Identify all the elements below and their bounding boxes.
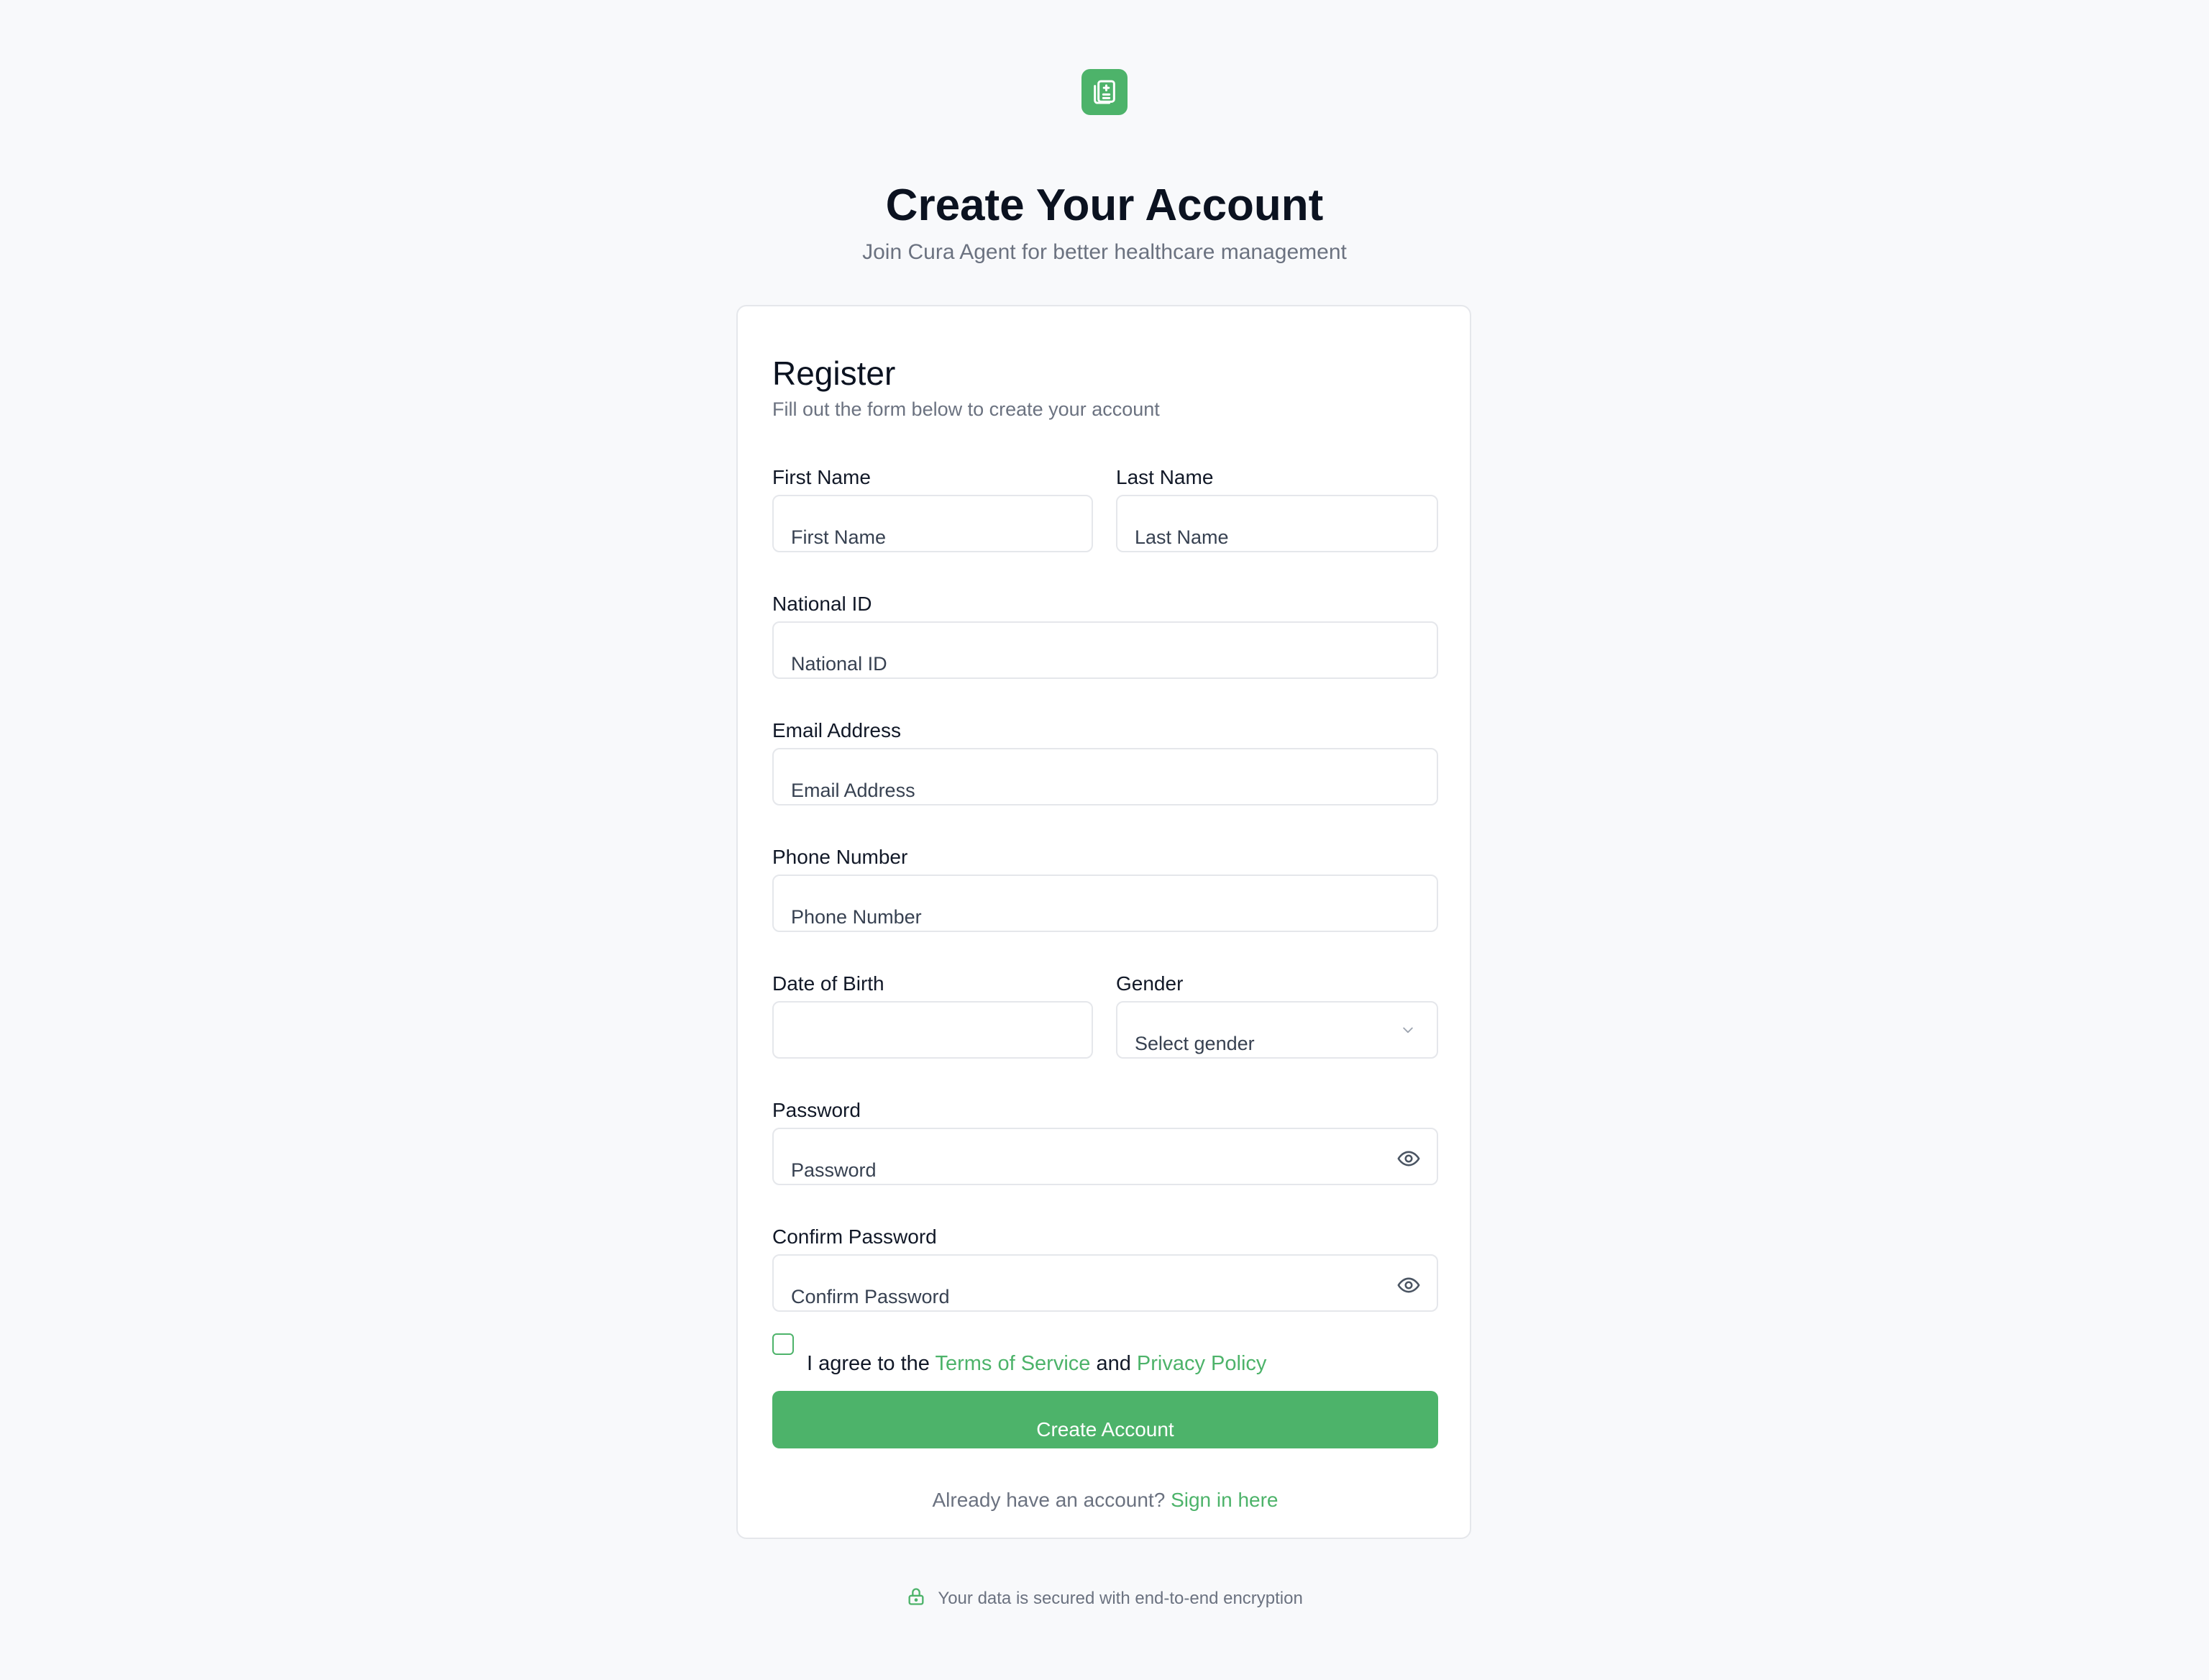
national-id-placeholder: National ID [791, 653, 887, 675]
email-label: Email Address [772, 719, 901, 741]
terms-and: and [1096, 1352, 1131, 1375]
terms-agreement: I agree to the Terms of Service and Priv… [772, 1333, 1419, 1377]
confirm-password-field[interactable]: Confirm Password [772, 1254, 1438, 1312]
gender-select[interactable]: Select gender [1116, 1001, 1438, 1059]
medical-record-icon [1094, 80, 1115, 104]
page-title: Create Your Account [885, 181, 1324, 230]
create-account-label: Create Account [1036, 1418, 1174, 1441]
first-name-field[interactable]: First Name [772, 495, 1093, 552]
phone-placeholder: Phone Number [791, 906, 922, 928]
card-subtitle: Fill out the form below to create your a… [772, 398, 1160, 420]
security-footer: Your data is secured with end-to-end enc… [0, 1587, 2209, 1609]
first-name-placeholder: First Name [791, 526, 887, 548]
card-title: Register [772, 355, 896, 392]
eye-icon[interactable] [1396, 1146, 1421, 1171]
chevron-down-icon [1403, 1027, 1413, 1033]
confirm-password-label: Confirm Password [772, 1225, 937, 1248]
page-subtitle: Join Cura Agent for better healthcare ma… [862, 240, 1347, 264]
lock-icon [908, 1588, 924, 1605]
sign-in-link[interactable]: Sign in here [1171, 1489, 1278, 1511]
first-name-label: First Name [772, 466, 871, 488]
confirm-password-placeholder: Confirm Password [791, 1286, 950, 1307]
terms-text: I agree to the Terms of Service and Priv… [807, 1352, 1266, 1376]
register-card: Register Fill out the form below to crea… [736, 305, 1471, 1539]
email-placeholder: Email Address [791, 780, 915, 801]
last-name-field[interactable]: Last Name [1116, 495, 1438, 552]
password-label: Password [772, 1099, 861, 1121]
last-name-label: Last Name [1116, 466, 1214, 488]
dob-label: Date of Birth [772, 972, 884, 995]
eye-icon[interactable] [1396, 1273, 1421, 1297]
national-id-label: National ID [772, 593, 872, 615]
password-placeholder: Password [791, 1159, 877, 1181]
terms-checkbox[interactable] [772, 1333, 794, 1355]
gender-label: Gender [1116, 972, 1184, 995]
dob-field[interactable] [772, 1001, 1093, 1059]
signin-prompt-row: Already have an account? Sign in here [738, 1489, 1473, 1512]
last-name-placeholder: Last Name [1135, 526, 1229, 548]
terms-of-service-link[interactable]: Terms of Service [935, 1352, 1090, 1375]
signin-prompt: Already have an account? [932, 1489, 1166, 1511]
privacy-policy-link[interactable]: Privacy Policy [1137, 1352, 1267, 1375]
terms-prefix: I agree to the [807, 1352, 930, 1375]
gender-placeholder: Select gender [1135, 1033, 1255, 1054]
national-id-field[interactable]: National ID [772, 621, 1438, 679]
phone-label: Phone Number [772, 846, 908, 868]
security-text: Your data is secured with end-to-end enc… [938, 1589, 1303, 1608]
email-field[interactable]: Email Address [772, 748, 1438, 805]
app-logo [1081, 69, 1128, 115]
password-field[interactable]: Password [772, 1128, 1438, 1185]
phone-field[interactable]: Phone Number [772, 875, 1438, 932]
create-account-button[interactable]: Create Account [772, 1391, 1438, 1448]
